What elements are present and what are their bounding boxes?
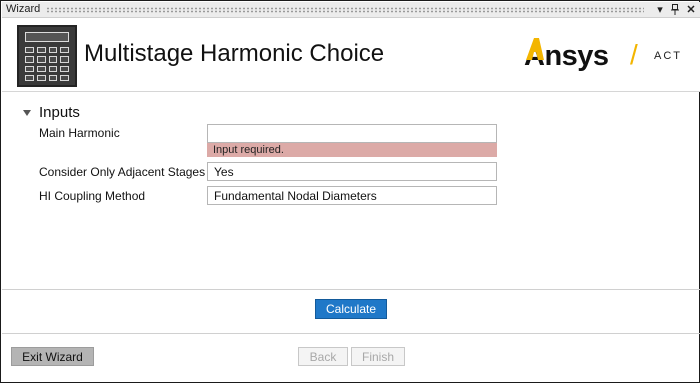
back-button[interactable]: Back	[298, 347, 348, 366]
ansys-act-logo: Ansys / ACT	[524, 38, 680, 73]
footer-divider	[2, 333, 700, 334]
calculator-icon	[17, 25, 77, 87]
calculate-button[interactable]: Calculate	[315, 299, 387, 319]
ansys-wordmark: Ansys	[524, 38, 609, 73]
wizard-header: Multistage Harmonic Choice Ansys / ACT	[2, 18, 700, 92]
adjacent-stages-label: Consider Only Adjacent Stages	[39, 165, 206, 179]
title-bar: Wizard ▾ ✕	[2, 2, 700, 18]
inputs-section-label: Inputs	[39, 104, 80, 121]
wizard-window: Wizard ▾ ✕ Multistage Harmonic Choice An…	[0, 0, 700, 383]
inputs-section-header[interactable]: Inputs	[23, 104, 80, 121]
main-harmonic-input[interactable]	[207, 124, 497, 143]
main-harmonic-error: Input required.	[207, 143, 497, 157]
exit-wizard-button[interactable]: Exit Wizard	[11, 347, 94, 366]
brand-suffix: ACT	[654, 50, 682, 62]
pin-icon[interactable]	[669, 2, 681, 17]
adjacent-stages-field[interactable]: Yes	[207, 162, 497, 181]
window-title: Wizard	[6, 3, 41, 15]
hi-coupling-method-label: HI Coupling Method	[39, 189, 146, 203]
page-title: Multistage Harmonic Choice	[84, 40, 385, 67]
finish-button[interactable]: Finish	[351, 347, 405, 366]
brand-separator: /	[630, 39, 638, 70]
content-divider	[2, 289, 700, 290]
hi-coupling-method-field[interactable]: Fundamental Nodal Diameters	[207, 186, 497, 205]
dropdown-arrow-icon[interactable]: ▾	[654, 2, 666, 17]
title-bar-grip	[46, 7, 644, 13]
close-icon[interactable]: ✕	[685, 2, 697, 17]
collapse-triangle-icon[interactable]	[23, 109, 31, 116]
main-harmonic-label: Main Harmonic	[39, 126, 120, 140]
